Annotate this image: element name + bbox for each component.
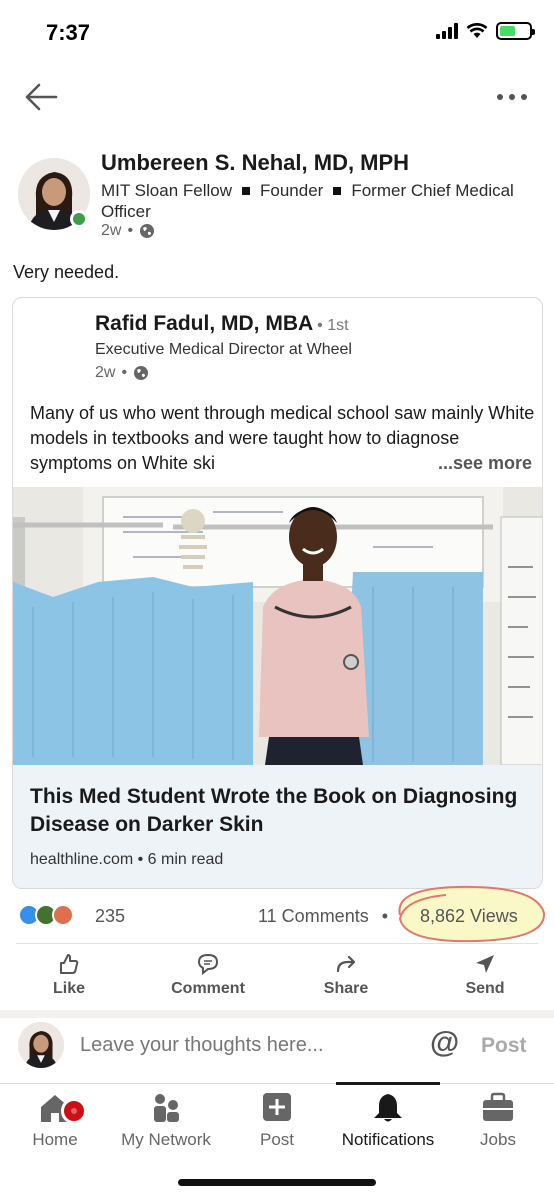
- meta-dot: •: [127, 222, 134, 239]
- share-button[interactable]: Share: [291, 947, 401, 998]
- shared-post-card[interactable]: Rafid Fadul, MD, MBA • 1st Executive Medi…: [12, 297, 543, 889]
- separator-square-icon: [333, 186, 342, 195]
- article-read-time: 6 min read: [147, 851, 224, 868]
- post-time: 2w: [101, 222, 122, 239]
- more-options-button[interactable]: [492, 84, 532, 110]
- more-dots-icon: [497, 94, 527, 100]
- article-source: healthline.com • 6 min read: [30, 851, 224, 868]
- divider: [16, 943, 538, 944]
- globe-icon: [134, 366, 149, 380]
- shared-post-text: Many of us who went through medical scho…: [30, 401, 540, 476]
- shared-author-name[interactable]: Rafid Fadul, MD, MBA • 1st: [95, 312, 349, 336]
- my-avatar: [18, 1022, 64, 1068]
- nav-jobs[interactable]: Jobs: [438, 1092, 554, 1150]
- post-actions: Like Comment Share Send: [0, 947, 554, 1007]
- comment-composer: @ Post: [0, 1018, 554, 1082]
- active-tab-indicator: [336, 1082, 440, 1085]
- share-arrow-icon: [336, 955, 356, 973]
- nav-notifications[interactable]: Notifications: [328, 1092, 448, 1150]
- meta-dot: •: [121, 364, 128, 381]
- globe-icon: [140, 224, 155, 238]
- plus-square-icon: [263, 1093, 291, 1121]
- bell-icon: [374, 1094, 402, 1122]
- home-indicator: [178, 1179, 376, 1186]
- back-arrow-icon: [25, 83, 58, 111]
- shared-post-time: 2w: [95, 364, 116, 381]
- person-photo-icon: [18, 1022, 64, 1068]
- article-domain: healthline.com: [30, 851, 134, 868]
- views-count[interactable]: 8,862 Views: [420, 906, 518, 927]
- status-time: 7:37: [46, 20, 91, 45]
- separator-square-icon: [242, 186, 251, 195]
- top-nav: [0, 70, 554, 126]
- social-counts: 235 11 Comments • 8,862 Views: [0, 895, 554, 940]
- mention-button[interactable]: @: [430, 1026, 459, 1060]
- comment-input[interactable]: [80, 1028, 410, 1062]
- article-title[interactable]: This Med Student Wrote the Book on Diagn…: [30, 783, 530, 839]
- reaction-count[interactable]: 235: [95, 906, 125, 927]
- shared-author-headline: Executive Medical Director at Wheel: [95, 341, 352, 358]
- shared-author-name-text: Rafid Fadul, MD, MBA: [95, 312, 314, 335]
- like-button[interactable]: Like: [14, 947, 124, 998]
- thumbs-up-icon: [60, 954, 79, 974]
- author-name[interactable]: Umbereen S. Nehal, MD, MPH: [101, 150, 409, 176]
- nav-my-network[interactable]: My Network: [106, 1092, 226, 1150]
- section-divider: [0, 1010, 554, 1018]
- reaction-icons[interactable]: [18, 904, 74, 926]
- post-meta: 2w •: [101, 222, 155, 240]
- status-icons: [436, 22, 535, 40]
- headline-part: Founder: [260, 181, 324, 200]
- author-headline: MIT Sloan Fellow Founder Former Chief Medi…: [101, 180, 521, 222]
- status-bar: 7:37: [0, 0, 554, 70]
- headline-part: MIT Sloan Fellow: [101, 181, 233, 200]
- comment-icon: [197, 953, 219, 976]
- nav-home[interactable]: Home: [0, 1092, 115, 1150]
- love-reaction-icon: [52, 904, 74, 926]
- nav-post[interactable]: Post: [217, 1092, 337, 1150]
- wifi-icon: [466, 23, 488, 38]
- see-more-link[interactable]: ...see more: [429, 451, 532, 476]
- back-button[interactable]: [22, 80, 62, 114]
- send-button[interactable]: Send: [430, 947, 540, 998]
- shared-post-meta: 2w •: [95, 364, 149, 382]
- signal-icon: [436, 23, 458, 39]
- notification-badge: [61, 1098, 87, 1124]
- connection-degree: • 1st: [317, 317, 349, 334]
- briefcase-icon: [483, 1092, 513, 1121]
- post-text: Very needed.: [13, 262, 120, 282]
- battery-icon: [496, 22, 535, 40]
- post-comment-button[interactable]: Post: [481, 1034, 527, 1058]
- people-icon: [154, 1094, 179, 1122]
- send-paper-plane-icon: [476, 955, 494, 973]
- comments-count[interactable]: 11 Comments •: [258, 906, 388, 927]
- comment-button[interactable]: Comment: [153, 947, 263, 998]
- article-footer[interactable]: This Med Student Wrote the Book on Diagn…: [13, 765, 542, 888]
- online-status-dot: [70, 210, 88, 228]
- article-image[interactable]: [13, 487, 543, 765]
